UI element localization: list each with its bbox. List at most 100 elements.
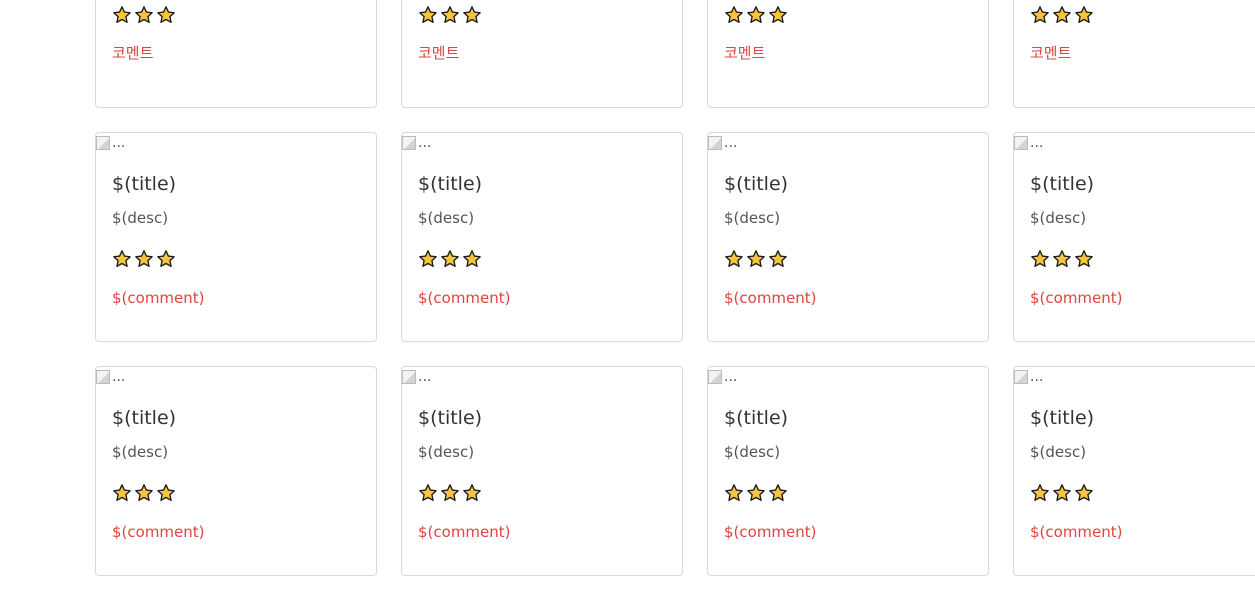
card-title: $(title) [1030,173,1095,195]
card-title: $(title) [724,173,789,195]
card-comment[interactable]: 코멘트 [724,43,765,63]
star-rating [112,483,176,503]
card-image-alt: ... [112,135,126,151]
star-rating [724,483,788,503]
star-icon [768,249,788,269]
product-card[interactable]: ... $(title) $(desc) $(comment) [95,366,377,576]
broken-image-icon [96,370,110,384]
card-description: $(desc) [112,209,169,227]
star-rating [418,249,482,269]
card-image: ... [1014,135,1043,151]
card-comment[interactable]: 코멘트 [1030,43,1071,63]
star-icon [462,5,482,25]
card-comment[interactable]: $(comment) [724,522,817,542]
card-description: $(desc) [112,443,169,461]
card-comment[interactable]: 코멘트 [418,43,459,63]
card-image: ... [96,369,125,385]
star-icon [440,5,460,25]
star-icon [1074,5,1094,25]
card-comment[interactable]: $(comment) [724,288,817,308]
product-card[interactable]: 코멘트 [95,0,377,108]
card-description: $(desc) [724,209,781,227]
star-icon [1074,249,1094,269]
product-card[interactable]: ... $(title) $(desc) $(comment) [707,132,989,342]
product-card[interactable]: ... $(title) $(desc) $(comment) [1013,132,1255,342]
product-card[interactable]: 코멘트 [1013,0,1255,108]
card-comment[interactable]: 코멘트 [112,43,153,63]
card-comment[interactable]: $(comment) [1030,288,1123,308]
broken-image-icon [96,136,110,150]
star-icon [418,5,438,25]
star-icon [746,483,766,503]
product-card[interactable]: ... $(title) $(desc) $(comment) [1013,366,1255,576]
star-icon [768,483,788,503]
card-title: $(title) [418,173,483,195]
product-card[interactable]: ... $(title) $(desc) $(comment) [95,132,377,342]
card-comment[interactable]: $(comment) [112,522,205,542]
card-comment[interactable]: $(comment) [418,288,511,308]
star-icon [1030,483,1050,503]
star-icon [724,5,744,25]
product-card[interactable]: ... $(title) $(desc) $(comment) [707,366,989,576]
broken-image-icon [708,370,722,384]
card-description: $(desc) [724,443,781,461]
star-icon [134,249,154,269]
card-image: ... [96,135,125,151]
card-comment[interactable]: $(comment) [112,288,205,308]
product-card[interactable]: 코멘트 [707,0,989,108]
product-card[interactable]: ... $(title) $(desc) $(comment) [401,132,683,342]
card-description: $(desc) [1030,209,1087,227]
card-description: $(desc) [1030,443,1087,461]
star-rating [724,249,788,269]
product-card[interactable]: 코멘트 [401,0,683,108]
product-card[interactable]: ... $(title) $(desc) $(comment) [401,366,683,576]
card-image-alt: ... [418,135,432,151]
star-icon [440,249,460,269]
star-icon [440,483,460,503]
star-icon [768,5,788,25]
card-image: ... [1014,369,1043,385]
card-image: ... [402,135,431,151]
card-comment[interactable]: $(comment) [418,522,511,542]
star-rating [112,249,176,269]
star-icon [462,483,482,503]
broken-image-icon [1014,136,1028,150]
card-image: ... [708,135,737,151]
star-icon [1030,249,1050,269]
card-description: $(desc) [418,443,475,461]
star-rating [418,483,482,503]
star-rating [1030,249,1094,269]
star-icon [1074,483,1094,503]
card-title: $(title) [418,407,483,429]
star-icon [156,483,176,503]
star-icon [1052,483,1072,503]
card-comment[interactable]: $(comment) [1030,522,1123,542]
star-icon [462,249,482,269]
broken-image-icon [708,136,722,150]
broken-image-icon [1014,370,1028,384]
card-image-alt: ... [724,369,738,385]
card-image-alt: ... [1030,135,1044,151]
card-image: ... [708,369,737,385]
star-rating [1030,5,1094,25]
star-icon [156,249,176,269]
star-icon [724,483,744,503]
star-icon [418,483,438,503]
card-title: $(title) [724,407,789,429]
star-rating [112,5,176,25]
star-icon [112,249,132,269]
card-title: $(title) [112,407,177,429]
star-icon [1030,5,1050,25]
star-icon [134,483,154,503]
star-icon [156,5,176,25]
card-description: $(desc) [418,209,475,227]
card-title: $(title) [112,173,177,195]
star-icon [1052,249,1072,269]
card-title: $(title) [1030,407,1095,429]
star-icon [746,249,766,269]
star-rating [418,5,482,25]
star-rating [724,5,788,25]
broken-image-icon [402,136,416,150]
card-image: ... [402,369,431,385]
star-icon [724,249,744,269]
